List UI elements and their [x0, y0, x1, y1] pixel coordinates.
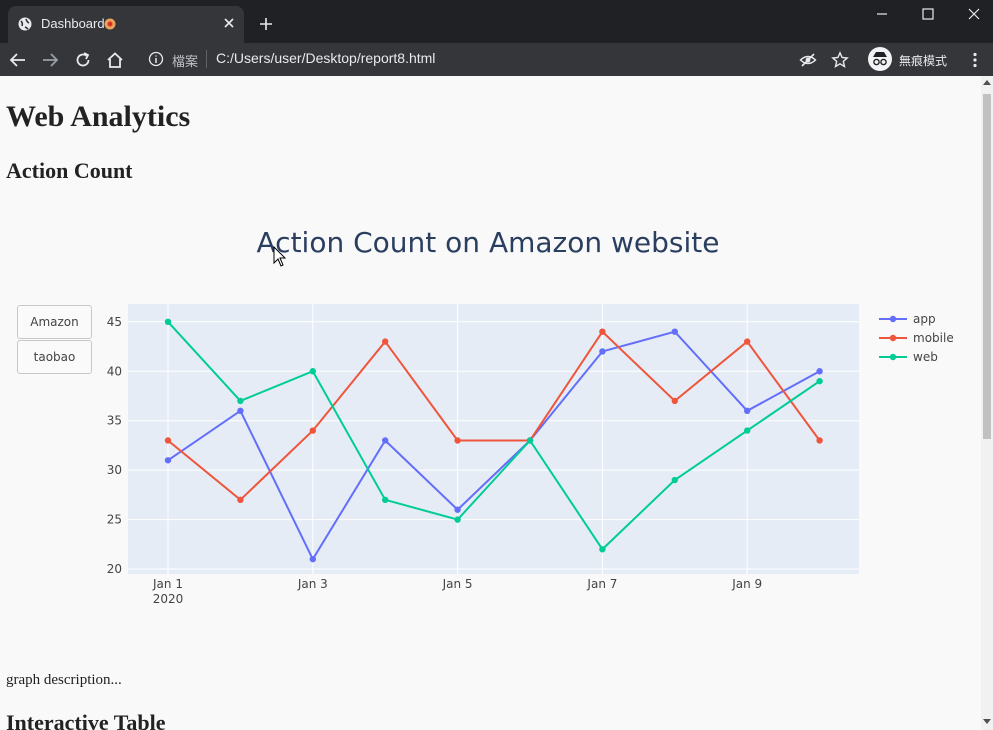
tab-title: Dashboard [41, 16, 105, 31]
scrollbar-thumb[interactable] [983, 94, 991, 439]
data-point-app [237, 407, 244, 415]
data-point-mobile [309, 427, 316, 434]
data-point-web [237, 397, 244, 405]
y-tick-label: 45 [107, 315, 122, 329]
address-bar-url[interactable]: C:/Users/user/Desktop/report8.html [216, 50, 435, 66]
browser-tab[interactable]: Dashboard [8, 6, 244, 43]
scroll-up-arrow-icon[interactable] [983, 80, 991, 85]
data-point-web [744, 427, 751, 434]
browser-titlebar: Dashboard [0, 0, 993, 43]
data-point-mobile [164, 437, 172, 444]
legend-marker-mobile [889, 334, 897, 342]
y-tick-label: 25 [107, 513, 122, 527]
data-point-web [454, 516, 461, 523]
y-tick-label: 35 [107, 414, 122, 428]
x-tick-label: Jan 5 [442, 577, 473, 591]
data-point-mobile [744, 338, 751, 345]
data-point-app [816, 368, 823, 375]
mouse-cursor-icon [273, 246, 287, 267]
data-point-web [671, 476, 678, 484]
data-point-app [309, 555, 316, 563]
scroll-down-arrow-icon[interactable] [983, 719, 991, 724]
globe-icon [18, 17, 32, 31]
page-content: Web Analytics Action Count Action Count … [0, 76, 981, 730]
browser-toolbar: 檔案 C:/Users/user/Desktop/report8.html 無痕… [0, 43, 993, 76]
data-point-app [599, 348, 606, 355]
eye-off-icon[interactable] [799, 51, 817, 69]
incognito-label: 無痕模式 [899, 54, 948, 68]
close-window-icon[interactable] [964, 4, 984, 24]
incognito-icon[interactable] [868, 47, 892, 71]
y-tick-label: 30 [107, 463, 122, 477]
data-point-app [382, 437, 389, 444]
back-arrow-icon[interactable] [9, 51, 27, 69]
legend-label-web: web [913, 350, 938, 364]
data-point-app [164, 457, 172, 464]
data-point-mobile [237, 496, 244, 504]
legend-label-app: app [913, 312, 936, 326]
forward-arrow-icon[interactable] [41, 51, 59, 69]
line-chart: Jan 1 Jan 3 Jan 5 Jan 7 Jan 9202020253035404… [107, 304, 954, 606]
home-icon[interactable] [106, 51, 124, 69]
menu-dots-icon[interactable] [966, 51, 984, 69]
data-point-app [454, 506, 461, 513]
y-tick-label: 40 [107, 364, 122, 378]
maximize-icon[interactable] [918, 4, 938, 24]
legend-marker-app [889, 315, 897, 323]
data-point-mobile [454, 437, 461, 444]
new-tab-icon[interactable] [259, 17, 273, 31]
close-tab-icon[interactable] [222, 16, 236, 30]
data-point-mobile [382, 338, 389, 345]
data-point-app [744, 407, 751, 415]
address-separator [206, 50, 207, 68]
data-point-web [599, 546, 606, 553]
data-point-web [382, 496, 389, 504]
data-point-app [671, 328, 678, 335]
y-tick-label: 20 [107, 562, 122, 576]
x-tick-label: Jan 7 [586, 577, 617, 591]
data-point-web [816, 377, 823, 385]
data-point-mobile [599, 328, 606, 335]
file-scheme-label: 檔案 [172, 54, 199, 69]
reload-icon[interactable] [74, 51, 92, 69]
data-point-mobile [671, 397, 678, 405]
data-point-web [164, 318, 172, 326]
data-point-web [526, 437, 534, 444]
data-point-web [309, 368, 316, 375]
graph-description: graph description... [6, 672, 122, 688]
legend-marker-web [889, 353, 897, 361]
data-point-mobile [816, 437, 823, 444]
star-icon[interactable] [831, 51, 849, 69]
legend-label-mobile: mobile [913, 331, 954, 345]
x-tick-year-label: 2020 [153, 592, 184, 606]
x-tick-label: Jan 1 [152, 577, 183, 591]
x-tick-label: Jan 9 [731, 577, 762, 591]
x-tick-label: Jan 3 [297, 577, 328, 591]
interactive-table-heading: Interactive Table [6, 710, 166, 730]
minimize-icon[interactable] [872, 4, 892, 24]
vertical-scrollbar[interactable] [981, 76, 993, 730]
info-icon[interactable] [148, 51, 164, 67]
recording-icon [104, 18, 116, 30]
